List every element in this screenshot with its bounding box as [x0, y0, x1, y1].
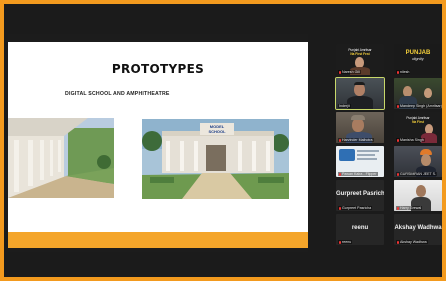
participant-name: GURSIMRAN JEET S.	[396, 172, 438, 176]
participant-tile[interactable]: Pawan Kalra - Flipper	[336, 146, 384, 177]
participant-name: Harry Grewal	[396, 206, 423, 210]
school-corridor-image	[8, 118, 114, 198]
participant-tile[interactable]: reenu reenu	[336, 214, 384, 245]
muted-mic-icon	[397, 172, 399, 176]
participant-tile[interactable]: Punjabi Amritsar Na First Fest Naresh Gi…	[336, 44, 384, 75]
participant-name: Manisha Singh	[396, 138, 425, 142]
participant-tile[interactable]: PUNJAB dignity nilesh	[394, 44, 442, 75]
participant-name: Inderjit	[338, 104, 351, 108]
muted-mic-icon	[397, 206, 399, 210]
participant-tile[interactable]: Harvinder Malhotra	[336, 112, 384, 143]
participant-name: Gurpreet Pasricha	[338, 206, 373, 210]
muted-mic-icon	[397, 138, 399, 142]
participant-tile[interactable]: Harry Grewal	[394, 180, 442, 211]
participant-name: reenu	[338, 240, 353, 244]
participant-display-name: Akshay Wadhwa	[394, 225, 442, 231]
slide-footer-band	[8, 232, 308, 248]
presentation-slide: PROTOTYPES DIGITAL SCHOOL AND AMPHITHEAT…	[8, 42, 308, 248]
muted-mic-icon	[397, 240, 399, 244]
participant-name: nilesh	[396, 70, 411, 74]
banner-text: Punjabi Amritsar Na First Fest	[348, 48, 372, 56]
muted-mic-icon	[339, 138, 341, 142]
muted-mic-icon	[397, 70, 399, 74]
muted-mic-icon	[339, 206, 341, 210]
muted-mic-icon	[339, 240, 341, 244]
slide-title: PROTOTYPES	[111, 62, 205, 76]
slide-subtitle: DIGITAL SCHOOL AND AMPHITHEATRE	[65, 91, 170, 97]
participant-tile-active-speaker[interactable]: Inderjit	[335, 77, 385, 110]
participant-tile[interactable]: Mandeep Singh (Amritsar)	[394, 78, 442, 109]
participant-name: Pawan Kalra - Flipper	[338, 172, 378, 176]
participant-tile[interactable]: Punjabi Amritsar Na First Manisha Singh	[394, 112, 442, 143]
participant-display-name: Gurpreet Pasricha	[336, 191, 384, 197]
muted-mic-icon	[339, 70, 341, 74]
shared-screen: PROTOTYPES DIGITAL SCHOOL AND AMPHITHEAT…	[8, 34, 308, 252]
participant-name: Akshay Wadhwa	[396, 240, 428, 244]
participant-name: Naresh Gill	[338, 70, 361, 74]
muted-mic-icon	[397, 104, 399, 108]
banner-text: Punjabi Amritsar Na First	[406, 116, 430, 124]
participant-tile[interactable]: Akshay Wadhwa Akshay Wadhwa	[394, 214, 442, 245]
participant-tile[interactable]: Gurpreet Pasricha Gurpreet Pasricha	[336, 180, 384, 211]
participant-name: Harvinder Malhotra	[338, 138, 374, 142]
building-sign: MODEL SCHOOL	[208, 124, 226, 134]
model-school-image: MODEL SCHOOL	[142, 119, 289, 199]
punjab-logo: PUNJAB dignity	[405, 50, 431, 61]
flipper-logo	[339, 149, 355, 161]
muted-mic-icon	[339, 172, 341, 176]
participant-name: Mandeep Singh (Amritsar)	[396, 104, 442, 108]
participant-display-name: reenu	[351, 225, 369, 231]
participant-tile[interactable]: GURSIMRAN JEET S.	[394, 146, 442, 177]
